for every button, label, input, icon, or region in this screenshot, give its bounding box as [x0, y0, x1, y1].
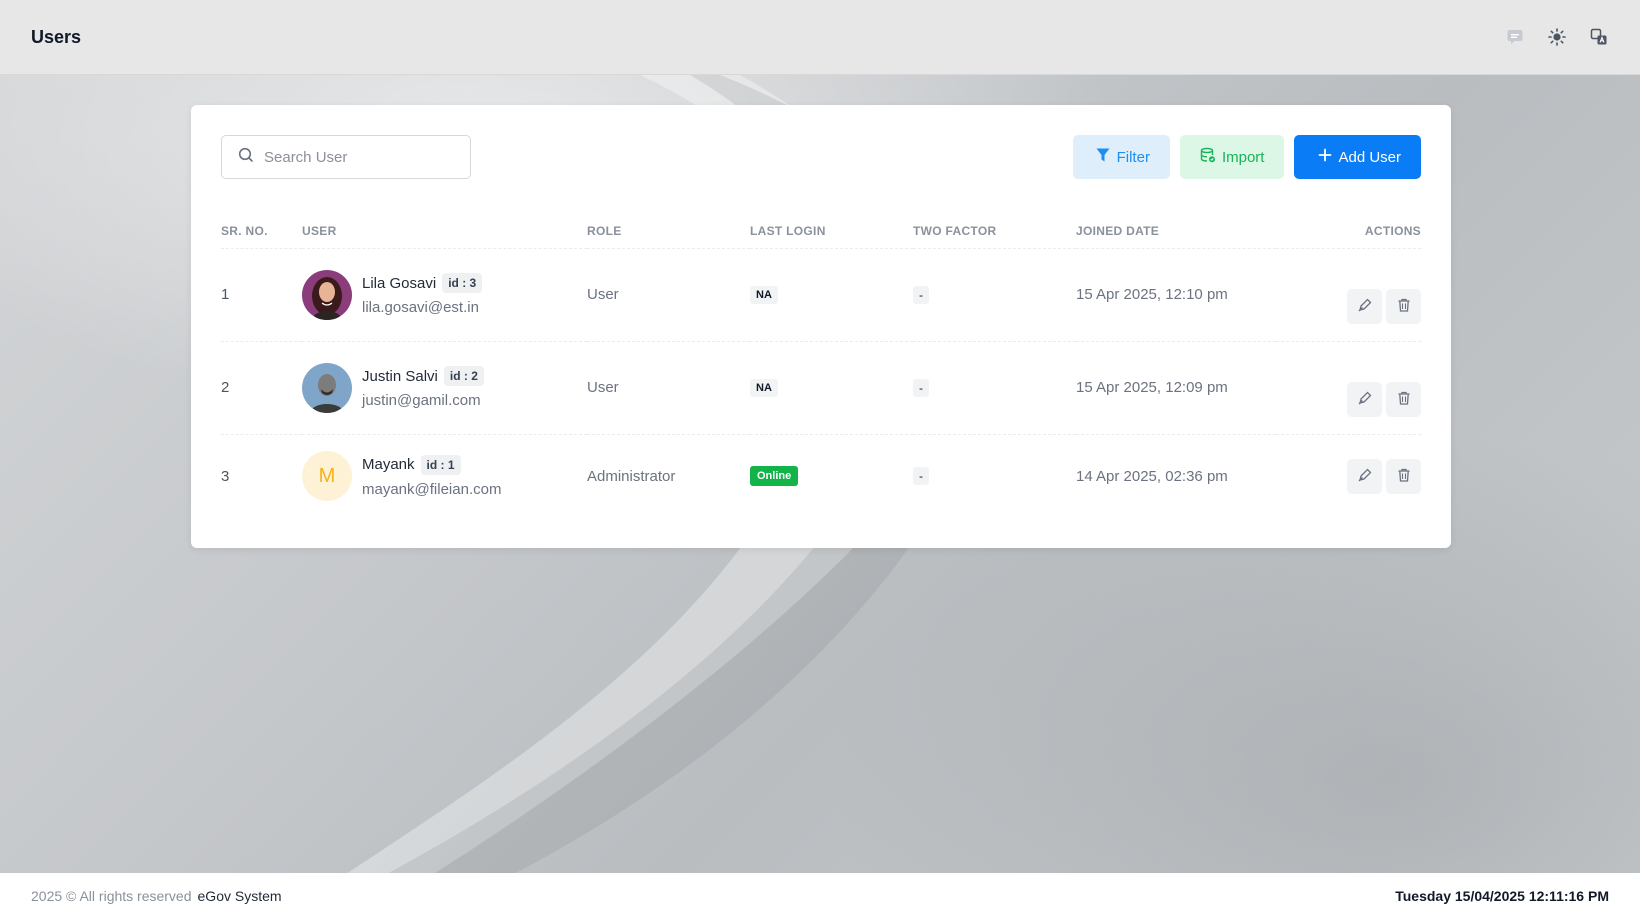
pen-icon: [1357, 297, 1373, 316]
last-login-badge: NA: [750, 379, 778, 397]
add-user-button-label: Add User: [1338, 148, 1401, 166]
last-login-cell: Online: [750, 434, 913, 518]
users-card: Filter Import Add User SR. NO. USER ROLE…: [191, 105, 1451, 548]
user-email: mayank@fileian.com: [362, 480, 502, 498]
page-footer: 2025 © All rights reserved eGov System T…: [0, 873, 1640, 919]
datetime-clock: Tuesday 15/04/2025 12:11:16 PM: [1395, 888, 1609, 904]
copyright-text: 2025 © All rights reserved: [31, 888, 192, 904]
user-id-badge: id : 3: [442, 273, 483, 293]
edit-button[interactable]: [1347, 382, 1382, 417]
delete-button[interactable]: [1386, 289, 1421, 324]
user-name: Mayank: [362, 456, 415, 474]
user-name: Justin Salvi: [362, 367, 438, 385]
filter-icon: [1095, 147, 1111, 167]
chat-icon[interactable]: [1505, 27, 1525, 47]
sr-no-cell: 1: [221, 248, 302, 342]
column-header-actions: ACTIONS: [1276, 215, 1421, 249]
users-table: SR. NO. USER ROLE LAST LOGIN TWO FACTOR …: [221, 215, 1421, 518]
translate-icon[interactable]: [1589, 27, 1609, 47]
import-button[interactable]: Import: [1179, 135, 1285, 179]
column-header-role[interactable]: ROLE: [587, 215, 750, 249]
brand-name: eGov System: [197, 888, 282, 904]
sr-no-cell: 3: [221, 467, 230, 485]
pen-icon: [1357, 467, 1373, 486]
online-status-badge: Online: [750, 466, 799, 487]
two-factor-cell: -: [913, 248, 1076, 342]
delete-button[interactable]: [1386, 458, 1421, 494]
table-row: 1 Lila Gosavi id : 3 lila.gosavi@est.in: [221, 248, 1421, 342]
last-login-cell: NA: [750, 341, 913, 435]
user-cell: Lila Gosavi id : 3 lila.gosavi@est.in: [302, 248, 587, 342]
role-cell: Administrator: [587, 467, 676, 485]
table-header-row: SR. NO. USER ROLE LAST LOGIN TWO FACTOR …: [221, 215, 1421, 249]
search-box[interactable]: [221, 135, 471, 179]
table-row: 2 Justin Salvi id : 2 justin@gamil.com U…: [221, 341, 1421, 435]
search-icon: [238, 147, 254, 168]
trash-icon: [1396, 467, 1412, 486]
two-factor-badge: -: [913, 378, 929, 397]
trash-icon: [1396, 390, 1412, 409]
import-button-label: Import: [1221, 148, 1265, 166]
actions-cell: [1276, 248, 1421, 342]
database-import-icon: [1200, 147, 1216, 167]
user-email: lila.gosavi@est.in: [362, 299, 479, 316]
role-cell: User: [587, 248, 750, 342]
column-header-joined-date[interactable]: JOINED DATE: [1076, 215, 1276, 249]
actions-cell: [1276, 434, 1421, 518]
last-login-cell: NA: [750, 248, 913, 342]
actions-cell: [1276, 341, 1421, 435]
pen-icon: [1357, 390, 1373, 409]
joined-date-cell: 15 Apr 2025, 12:10 pm: [1076, 248, 1276, 342]
add-user-button[interactable]: Add User: [1294, 135, 1421, 179]
two-factor-badge: -: [913, 285, 929, 304]
role-cell: User: [587, 341, 750, 435]
user-cell: M Mayank id : 1 mayank@fileian.com: [302, 434, 587, 518]
column-header-two-factor[interactable]: TWO FACTOR: [913, 215, 1076, 249]
joined-date-cell: 14 Apr 2025, 02:36 pm: [1076, 467, 1228, 485]
filter-button-label: Filter: [1116, 148, 1150, 166]
user-cell: Justin Salvi id : 2 justin@gamil.com: [302, 341, 587, 435]
user-id-badge: id : 2: [443, 366, 484, 386]
top-header: Users: [0, 0, 1640, 75]
plus-icon: [1318, 148, 1332, 166]
edit-button[interactable]: [1347, 289, 1382, 324]
edit-button[interactable]: [1347, 458, 1382, 494]
column-header-user[interactable]: USER: [302, 215, 587, 249]
delete-button[interactable]: [1386, 382, 1421, 417]
last-login-badge: NA: [750, 286, 778, 304]
user-name: Lila Gosavi: [362, 274, 437, 292]
toolbar-actions: Filter Import Add User: [1072, 135, 1421, 179]
joined-date-cell: 15 Apr 2025, 12:09 pm: [1076, 341, 1276, 435]
page-title: Users: [31, 26, 82, 47]
trash-icon: [1396, 297, 1412, 316]
sun-icon[interactable]: [1547, 27, 1567, 47]
two-factor-badge: -: [913, 467, 929, 486]
column-header-last-login[interactable]: LAST LOGIN: [750, 215, 913, 249]
filter-button[interactable]: Filter: [1072, 135, 1170, 179]
avatar[interactable]: [302, 269, 352, 320]
search-input[interactable]: [264, 148, 444, 166]
column-header-sr-no[interactable]: SR. NO.: [221, 215, 302, 249]
user-email: justin@gamil.com: [362, 392, 481, 409]
avatar[interactable]: M: [302, 451, 352, 502]
two-factor-cell: -: [913, 434, 1076, 518]
user-id-badge: id : 1: [420, 454, 461, 475]
sr-no-cell: 2: [221, 341, 302, 435]
table-row: 3 M Mayank id : 1 mayank@fileian.com Adm…: [221, 434, 1421, 518]
avatar[interactable]: [302, 362, 352, 413]
two-factor-cell: -: [913, 341, 1076, 435]
